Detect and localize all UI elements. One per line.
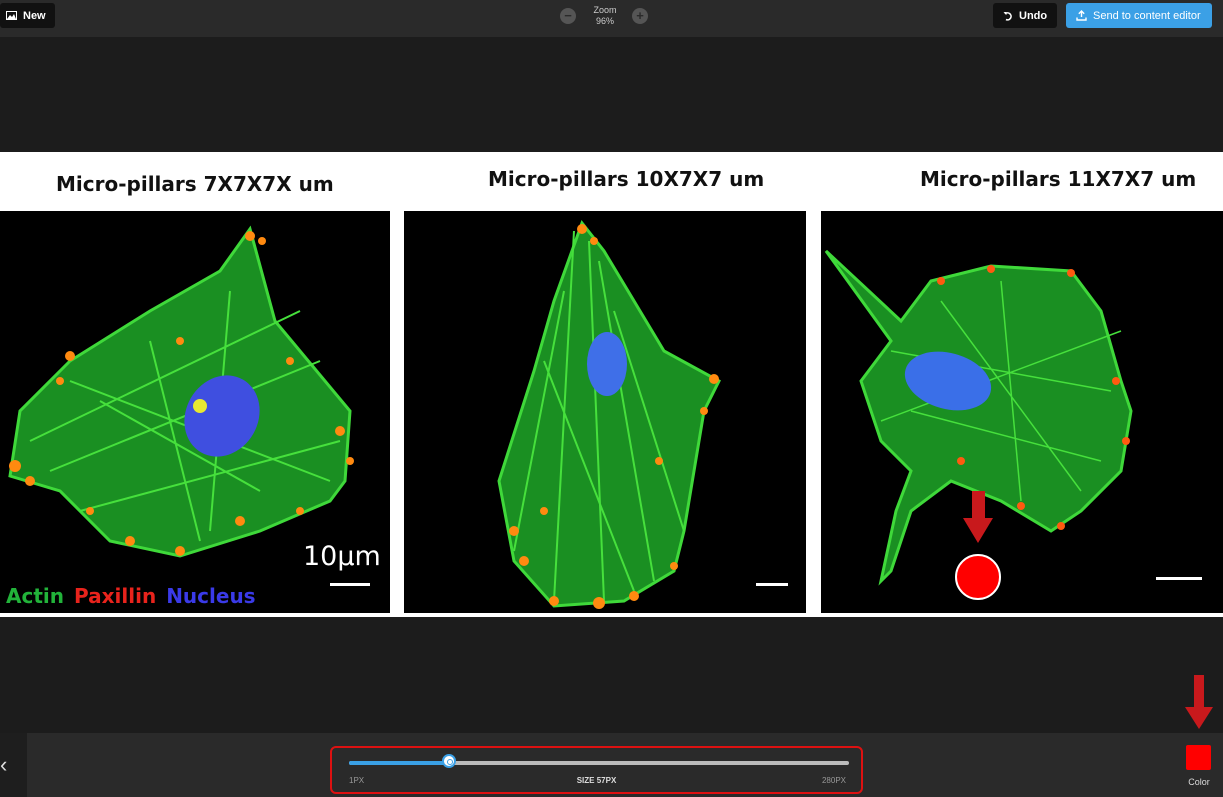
undo-button-label: Undo — [1019, 9, 1048, 22]
brush-size-value: SIZE 57PX — [576, 776, 617, 785]
panel-title-1: Micro-pillars 7X7X7X um — [56, 172, 334, 196]
new-button[interactable]: New — [0, 3, 55, 28]
scale-bar — [1156, 577, 1202, 580]
scale-bar-label: 10μm — [303, 541, 381, 572]
stain-legend: Actin Paxillin Nucleus — [6, 584, 266, 608]
brush-color-label: Color — [1188, 777, 1210, 787]
undo-icon — [1003, 11, 1012, 21]
cell-image-panel-3 — [821, 211, 1223, 613]
zoom-value: 96% — [595, 16, 614, 26]
scale-bar — [330, 583, 370, 586]
zoom-in-button[interactable]: + — [632, 8, 648, 24]
brush-color-swatch[interactable] — [1186, 745, 1211, 770]
new-button-label: New — [23, 9, 46, 22]
send-to-content-editor-button[interactable]: Send to content editor — [1066, 3, 1212, 28]
brush-toolbar: ‹ 1PX SIZE 57PX 280PX Color — [0, 675, 1223, 797]
scale-bar — [756, 583, 788, 586]
brush-size-slider-thumb[interactable] — [442, 754, 456, 768]
upload-icon — [1076, 10, 1087, 21]
image-icon — [6, 11, 17, 20]
collapse-panel-button[interactable]: ‹ — [0, 733, 27, 797]
undo-button[interactable]: Undo — [993, 3, 1057, 28]
brush-size-max: 280PX — [821, 776, 846, 785]
annotation-arrow — [1185, 675, 1213, 729]
top-toolbar: New − Zoom 96% + Undo Send to content ed… — [0, 0, 1223, 37]
zoom-label: Zoom 96% — [580, 5, 630, 27]
zoom-control: − Zoom 96% + — [560, 4, 650, 30]
panel-title-3: Micro-pillars 11X7X7 um — [920, 167, 1197, 191]
send-button-label: Send to content editor — [1093, 9, 1201, 22]
zoom-out-button[interactable]: − — [560, 8, 576, 24]
legend-actin: Actin — [6, 584, 64, 608]
brush-size-slider[interactable] — [349, 754, 849, 768]
zoom-title: Zoom — [593, 5, 617, 15]
legend-nucleus: Nucleus — [166, 584, 256, 608]
brush-size-slider-container: 1PX SIZE 57PX 280PX — [330, 746, 863, 794]
microscopy-figure: Micro-pillars 7X7X7X um Micro-pillars 10… — [0, 152, 1223, 617]
brush-size-slider-fill — [349, 761, 449, 765]
cell-image-panel-1: 10μm Actin Paxillin Nucleus — [0, 211, 390, 613]
panel-title-2: Micro-pillars 10X7X7 um — [488, 167, 765, 191]
cell-image-panel-2 — [404, 211, 806, 613]
chevron-left-icon: ‹ — [0, 752, 8, 777]
legend-paxillin: Paxillin — [74, 584, 157, 608]
